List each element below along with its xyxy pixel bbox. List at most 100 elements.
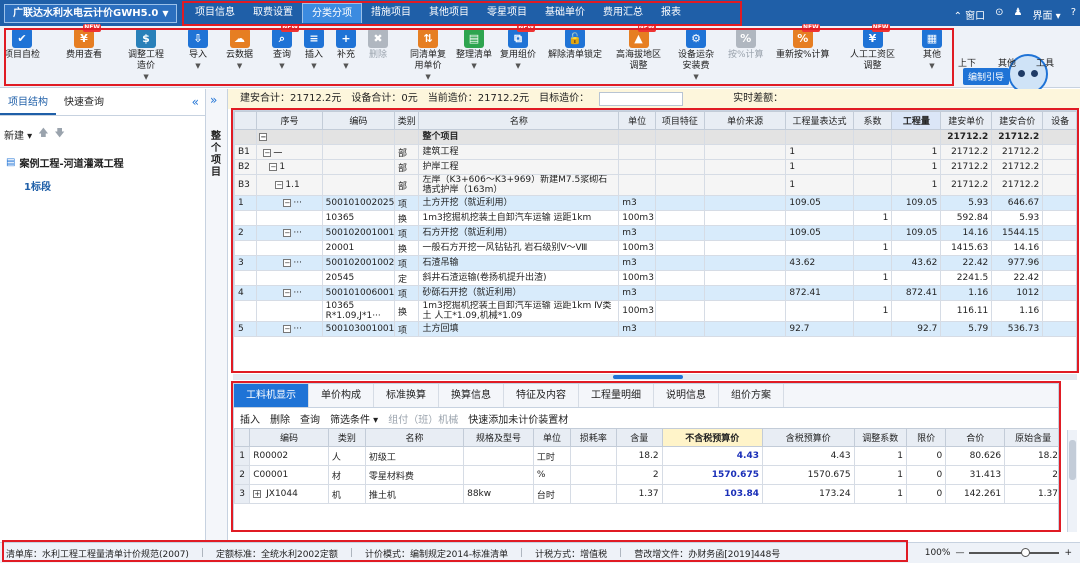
- cell-qty[interactable]: [891, 210, 942, 226]
- tree-toggle-icon[interactable]: −: [275, 180, 284, 189]
- cell-total[interactable]: 14.16: [991, 240, 1044, 256]
- cell-type[interactable]: 项: [394, 285, 420, 301]
- cell-code[interactable]: [321, 144, 396, 160]
- cell-name[interactable]: 土方回填: [418, 321, 620, 337]
- expand-icon[interactable]: +: [253, 489, 262, 498]
- cell-type[interactable]: 换: [394, 210, 420, 226]
- cell-feature[interactable]: [654, 300, 705, 322]
- tab-bottom-6[interactable]: 说明信息: [654, 384, 719, 407]
- cell-expr[interactable]: [785, 240, 854, 256]
- cell-name[interactable]: 整个项目: [418, 129, 620, 145]
- resource-toolbar-item-1[interactable]: 删除: [270, 411, 290, 426]
- window-menu[interactable]: ⌃ 窗口: [954, 7, 986, 22]
- tab-bottom-5[interactable]: 工程量明细: [579, 384, 654, 407]
- grid-header-4[interactable]: 单位: [618, 111, 656, 130]
- res-cell-orig[interactable]: 18.2: [1004, 446, 1058, 466]
- cell-equip[interactable]: [1042, 240, 1076, 256]
- tab-project-structure[interactable]: 项目结构: [0, 89, 56, 115]
- cell-source[interactable]: [703, 129, 787, 145]
- cell-equip[interactable]: [1042, 300, 1076, 322]
- cell-total[interactable]: 22.42: [991, 270, 1044, 286]
- cell-no[interactable]: 5: [234, 321, 258, 337]
- cell-code[interactable]: 500101002025: [321, 195, 396, 211]
- cell-total[interactable]: 1544.15: [991, 225, 1044, 241]
- cell-source[interactable]: [703, 225, 787, 241]
- res-cell-name[interactable]: 零星材料费: [364, 465, 465, 485]
- cell-code[interactable]: 500103001001: [321, 321, 396, 337]
- tree-toggle-icon[interactable]: −: [259, 132, 268, 141]
- table-row[interactable]: 1− ··· 500101002025 项土方开挖（就近利用） m3 109.05 109.…: [234, 195, 1076, 211]
- tab-bottom-3[interactable]: 换算信息: [439, 384, 504, 407]
- ribbon-button-11[interactable]: ⧉ NEW 复用组价 ▼: [500, 24, 536, 86]
- app-menu-button[interactable]: 广联达水利水电云计价GWH5.0 ▼: [4, 4, 178, 23]
- cell-type[interactable]: 定: [394, 270, 420, 286]
- cell-equip[interactable]: [1042, 210, 1076, 226]
- res-header-11[interactable]: 合价: [945, 428, 1006, 447]
- table-row[interactable]: 5− ··· 500103001001 项土方回填 m3 92.7 92.7 5.79 536.…: [234, 321, 1076, 337]
- res-cell-taxprice[interactable]: 1570.675: [761, 465, 855, 485]
- help-icon[interactable]: ⊙: [995, 7, 1003, 22]
- res-header-6[interactable]: 含量: [615, 428, 663, 447]
- cell-price[interactable]: 2241.5: [940, 270, 993, 286]
- new-button[interactable]: 新建 ▾: [4, 127, 32, 142]
- cell-expr[interactable]: [785, 210, 854, 226]
- res-cell-loss[interactable]: [570, 446, 617, 466]
- cell-tree[interactable]: − ···: [256, 285, 323, 301]
- cell-name[interactable]: 护岸工程: [418, 159, 620, 175]
- question-icon[interactable]: ?: [1071, 7, 1076, 22]
- cell-feature[interactable]: [654, 210, 705, 226]
- grid-header-0[interactable]: 序号: [256, 111, 323, 130]
- menu-tab-8[interactable]: 报表: [652, 3, 690, 23]
- cell-unit[interactable]: [618, 144, 656, 160]
- res-cell-unit[interactable]: 台时: [532, 484, 572, 504]
- cell-type[interactable]: 换: [394, 240, 420, 256]
- res-cell-name[interactable]: 推土机: [364, 484, 465, 504]
- cell-qty[interactable]: [891, 300, 942, 322]
- ribbon-button-12[interactable]: 🔓 解除清单锁定: [548, 28, 602, 86]
- tree-toggle-icon[interactable]: −: [283, 198, 292, 207]
- cell-source[interactable]: [703, 210, 787, 226]
- cell-source[interactable]: [703, 159, 787, 175]
- res-header-7[interactable]: 不含税预算价: [661, 428, 763, 447]
- cell-qty[interactable]: 43.62: [891, 255, 942, 271]
- menu-tab-1[interactable]: 取费设置: [244, 3, 302, 23]
- cell-tree[interactable]: −1: [256, 159, 323, 175]
- cell-source[interactable]: [703, 195, 787, 211]
- table-row[interactable]: 2− ··· 500102001001 项石方开挖（就近利用） m3 109.05 109.…: [234, 225, 1076, 241]
- cell-unit[interactable]: m3: [618, 321, 656, 337]
- cell-equip[interactable]: [1042, 285, 1076, 301]
- cell-type[interactable]: [394, 129, 420, 145]
- cell-equip[interactable]: [1042, 159, 1076, 175]
- zoom-knob[interactable]: [1021, 548, 1031, 557]
- cell-unit[interactable]: m3: [618, 195, 656, 211]
- res-cell-total[interactable]: 80.626: [945, 446, 1006, 466]
- cell-name[interactable]: 1m3挖掘机挖装土自卸汽车运输 运距1km: [418, 210, 620, 226]
- cell-tree[interactable]: [256, 270, 323, 286]
- menu-tab-0[interactable]: 项目信息: [186, 3, 244, 23]
- cell-type[interactable]: 部: [394, 174, 420, 196]
- resource-toolbar-item-2[interactable]: 查询: [300, 411, 320, 426]
- cell-type[interactable]: 换: [394, 300, 420, 322]
- table-row[interactable]: B3−1.1 部左岸（K3+606～K3+969）新建M7.5浆砌石墙式护岸（16…: [234, 174, 1076, 196]
- res-header-0[interactable]: 编码: [249, 428, 329, 447]
- ribbon-button-3[interactable]: ⇩ 导入 ▼: [188, 28, 208, 86]
- grid-header-6[interactable]: 单价来源: [703, 111, 787, 130]
- grid-header-12[interactable]: 设备: [1042, 111, 1076, 130]
- res-cell-content[interactable]: 1.37: [615, 484, 663, 504]
- ribbon-button-9[interactable]: ⇅ 同清单复 用单价 ▼: [410, 28, 446, 86]
- table-row[interactable]: 3− ··· 500102001002 项石渣吊输 m3 43.62 43.62 22.42 9…: [234, 255, 1076, 271]
- cell-expr[interactable]: 92.7: [785, 321, 854, 337]
- res-cell-orig[interactable]: 1.37: [1004, 484, 1058, 504]
- cell-code[interactable]: 500102001002: [321, 255, 396, 271]
- cell-feature[interactable]: [654, 255, 705, 271]
- res-header-2[interactable]: 名称: [364, 428, 465, 447]
- cell-qty[interactable]: 109.05: [891, 225, 942, 241]
- interface-menu[interactable]: 界面 ▾: [1032, 7, 1060, 22]
- cell-no[interactable]: [234, 129, 258, 145]
- table-row[interactable]: 1 R00002 人初级工 工时 18.2 4.43 4.43 1 0 80.626 18.2: [234, 446, 1058, 466]
- cell-name[interactable]: 左岸（K3+606～K3+969）新建M7.5浆砌石墙式护岸（163m）: [418, 174, 620, 196]
- cell-unit[interactable]: [618, 174, 656, 196]
- cell-price[interactable]: 5.79: [940, 321, 993, 337]
- res-cell-limit[interactable]: 0: [905, 484, 947, 504]
- res-cell-price[interactable]: 4.43: [661, 446, 763, 466]
